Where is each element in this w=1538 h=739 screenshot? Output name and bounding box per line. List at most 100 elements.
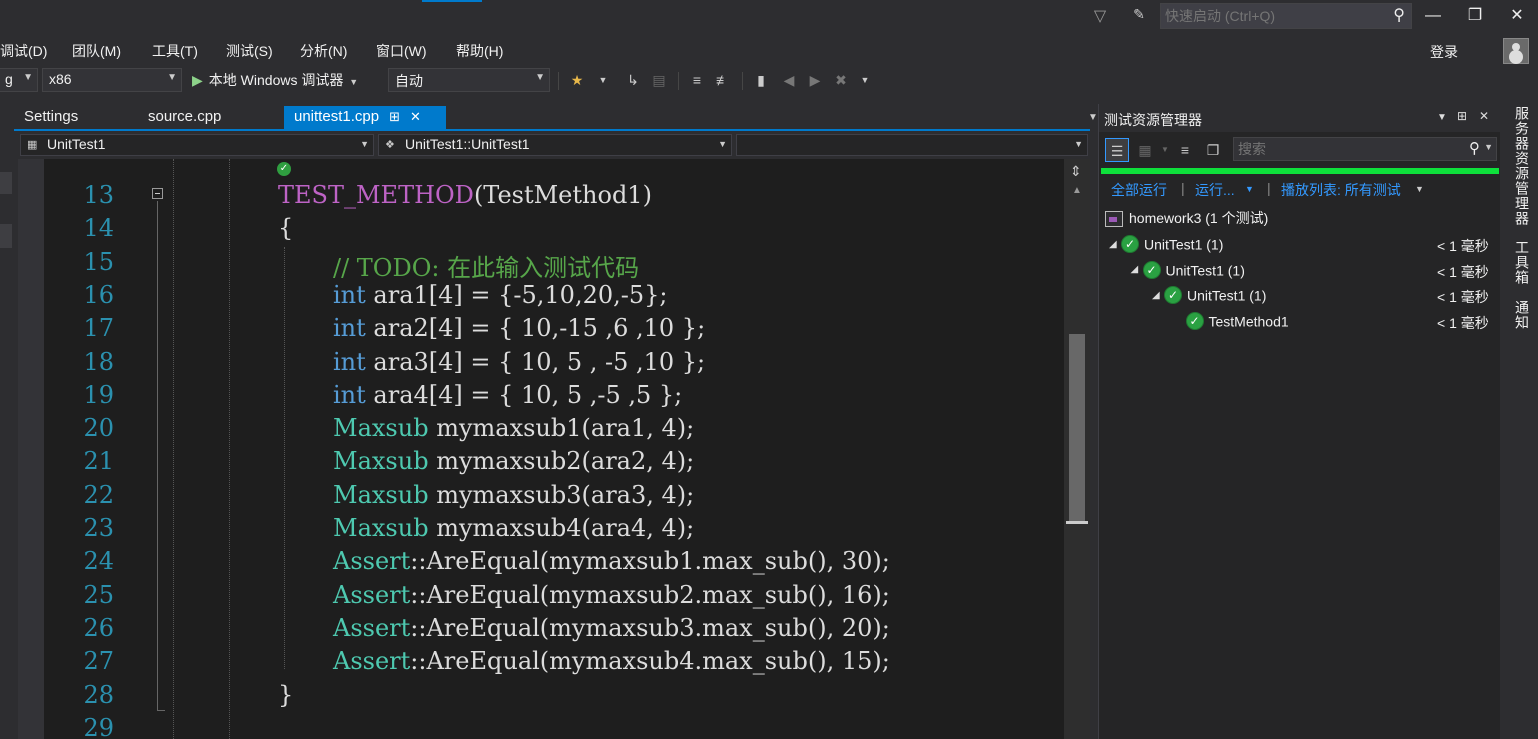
- filter-icon[interactable]: ▽: [1090, 6, 1110, 26]
- menu-help[interactable]: 帮助(H): [456, 41, 503, 61]
- test-search-box[interactable]: ⚲ ▼: [1233, 137, 1497, 161]
- notifications-tab[interactable]: 通知: [1506, 300, 1532, 330]
- search-icon[interactable]: ⚲: [1393, 5, 1405, 25]
- split-icon[interactable]: ⇕: [1070, 163, 1082, 180]
- test-group-node[interactable]: ◢ ✓ UnitTest1 (1): [1131, 260, 1245, 283]
- code-text: Maxsub mymaxsub1(ara1, 4);: [333, 414, 694, 442]
- comment-lines-icon[interactable]: ≡: [688, 71, 706, 89]
- tab-unittest1-cpp[interactable]: unittest1.cpp ⊞ ✕: [284, 106, 446, 129]
- code-line[interactable]: 27 Assert::AreEqual(mymaxsub4.max_sub(), …: [18, 645, 1064, 678]
- test-project-header[interactable]: homework3 (1 个测试): [1105, 208, 1268, 230]
- title-bar: ▽ ✎ ⚲ — ❐ ✕: [0, 0, 1538, 34]
- left-strip-tab[interactable]: [0, 224, 12, 248]
- chevron-down-icon[interactable]: ▼: [349, 77, 358, 87]
- code-line[interactable]: 13 TEST_METHOD(TestMethod1): [18, 179, 1064, 212]
- code-line[interactable]: 20 Maxsub mymaxsub1(ara1, 4);: [18, 412, 1064, 445]
- menu-debug[interactable]: 调试(D): [0, 41, 47, 61]
- chevron-down-icon[interactable]: ▼: [1415, 184, 1424, 194]
- code-text: Assert::AreEqual(mymaxsub3.max_sub(), 20…: [333, 614, 890, 642]
- menu-test[interactable]: 测试(S): [226, 41, 273, 61]
- prev-bookmark-icon[interactable]: ◀: [780, 71, 798, 89]
- pin-icon[interactable]: ⊞: [389, 109, 400, 124]
- chevron-down-icon[interactable]: ▼: [856, 71, 874, 89]
- server-explorer-tab[interactable]: 服务器资源管理器: [1506, 106, 1532, 226]
- test-passed-icon[interactable]: ✓: [277, 162, 291, 176]
- quick-launch-input[interactable]: [1165, 6, 1385, 26]
- third-combo[interactable]: ▼: [736, 134, 1088, 156]
- close-icon[interactable]: ✕: [410, 109, 421, 124]
- test-method-node[interactable]: ✓ TestMethod1: [1174, 311, 1289, 334]
- run-link[interactable]: 运行...: [1195, 180, 1235, 200]
- chevron-down-icon[interactable]: ▼: [1245, 184, 1254, 194]
- code-line[interactable]: 19 int ara4[4] = { 10, 5 ,-5 ,5 };: [18, 379, 1064, 412]
- code-line[interactable]: 17 int ara2[4] = { 10,-15 ,6 ,10 };: [18, 312, 1064, 345]
- expand-all-icon[interactable]: ≡: [1173, 138, 1197, 162]
- pin-icon[interactable]: ⊞: [1457, 109, 1467, 123]
- code-line[interactable]: 23 Maxsub mymaxsub4(ara4, 4);: [18, 512, 1064, 545]
- menu-tools[interactable]: 工具(T): [152, 41, 198, 61]
- quick-launch[interactable]: ⚲: [1160, 3, 1412, 29]
- code-line[interactable]: 18 int ara3[4] = { 10, 5 , -5 ,10 };: [18, 346, 1064, 379]
- menu-analyze[interactable]: 分析(N): [300, 41, 347, 61]
- code-line[interactable]: 22 Maxsub mymaxsub3(ara3, 4);: [18, 479, 1064, 512]
- code-editor[interactable]: ✓ 13 TEST_METHOD(TestMethod1) 14 {15 // TODO…: [18, 159, 1064, 739]
- uncomment-lines-icon[interactable]: ≢: [714, 71, 732, 89]
- close-icon[interactable]: ✕: [1479, 109, 1489, 123]
- chevron-down-icon[interactable]: ▼: [1088, 112, 1098, 123]
- line-number: 29: [83, 713, 114, 739]
- bookmark-icon[interactable]: ▮: [752, 71, 770, 89]
- code-line[interactable]: 21 Maxsub mymaxsub2(ara2, 4);: [18, 445, 1064, 478]
- minimize-button[interactable]: —: [1418, 4, 1448, 28]
- start-debugging-button[interactable]: ▶ 本地 Windows 调试器 ▼: [192, 70, 358, 92]
- tab-source-cpp[interactable]: source.cpp: [138, 106, 231, 129]
- search-icon[interactable]: ⚲: [1469, 139, 1480, 157]
- test-group-node[interactable]: ◢ ✓ UnitTest1 (1): [1109, 235, 1223, 257]
- code-line[interactable]: 26 Assert::AreEqual(mymaxsub3.max_sub(), …: [18, 612, 1064, 645]
- code-line[interactable]: 14 {: [18, 212, 1064, 245]
- chevron-down-icon[interactable]: ▼: [1484, 142, 1493, 152]
- clear-bookmarks-icon[interactable]: ✖: [832, 71, 850, 89]
- chevron-down-icon[interactable]: ▼: [1437, 112, 1447, 123]
- configuration-combo[interactable]: g ▼: [0, 68, 38, 92]
- expanded-arrow-icon[interactable]: ◢: [1152, 290, 1164, 301]
- code-line[interactable]: 28}: [18, 679, 1064, 712]
- expanded-arrow-icon[interactable]: ◢: [1109, 239, 1121, 250]
- restore-button[interactable]: ❐: [1460, 4, 1490, 28]
- chevron-down-icon: ▼: [535, 72, 545, 83]
- test-group-node[interactable]: ◢ ✓ UnitTest1 (1): [1152, 286, 1266, 308]
- chevron-down-icon[interactable]: ▼: [594, 71, 612, 89]
- code-line[interactable]: 24 Assert::AreEqual(mymaxsub1.max_sub(), …: [18, 545, 1064, 578]
- feedback-icon[interactable]: ✎: [1128, 6, 1150, 26]
- playlist-link[interactable]: 播放列表: 所有测试: [1281, 180, 1401, 200]
- project-scope-combo[interactable]: ▦ UnitTest1 ▼: [20, 134, 374, 156]
- scroll-thumb[interactable]: [1069, 334, 1085, 524]
- login-link[interactable]: 登录: [1430, 42, 1458, 62]
- account-icon[interactable]: [1503, 38, 1529, 64]
- code-line[interactable]: 16 int ara1[4] = {-5,10,20,-5};: [18, 279, 1064, 312]
- toolbox-tab[interactable]: 工具箱: [1506, 240, 1532, 285]
- next-bookmark-icon[interactable]: ▶: [806, 71, 824, 89]
- find-in-files-icon[interactable]: ★: [568, 71, 586, 89]
- collapse-all-icon[interactable]: ❐: [1201, 138, 1225, 162]
- close-window-button[interactable]: ✕: [1502, 4, 1532, 28]
- run-all-link[interactable]: 全部运行: [1111, 180, 1167, 200]
- project-label: homework3 (1 个测试): [1129, 210, 1269, 226]
- vertical-scrollbar[interactable]: ⇕ ▲: [1064, 159, 1090, 739]
- code-token: Assert: [333, 580, 411, 609]
- scroll-up-icon[interactable]: ▲: [1072, 185, 1082, 196]
- left-strip-tab[interactable]: [0, 172, 12, 194]
- code-line[interactable]: 15 // TODO: 在此输入测试代码: [18, 246, 1064, 282]
- step-out-icon[interactable]: ▤: [650, 71, 668, 89]
- menu-team[interactable]: 团队(M): [72, 41, 121, 61]
- group-by-icon[interactable]: ☰: [1105, 138, 1129, 162]
- member-combo[interactable]: ❖ UnitTest1::UnitTest1 ▼: [378, 134, 732, 156]
- code-line[interactable]: 29: [18, 712, 1064, 739]
- code-line[interactable]: 25 Assert::AreEqual(mymaxsub2.max_sub(), …: [18, 579, 1064, 612]
- menu-window[interactable]: 窗口(W): [376, 41, 427, 61]
- expanded-arrow-icon[interactable]: ◢: [1131, 264, 1143, 275]
- tab-settings[interactable]: Settings: [14, 106, 88, 129]
- test-search-input[interactable]: [1238, 140, 1438, 158]
- run-mode-combo[interactable]: 自动 ▼: [388, 68, 550, 92]
- step-into-icon[interactable]: ↳: [624, 71, 642, 89]
- platform-combo[interactable]: x86 ▼: [42, 68, 182, 92]
